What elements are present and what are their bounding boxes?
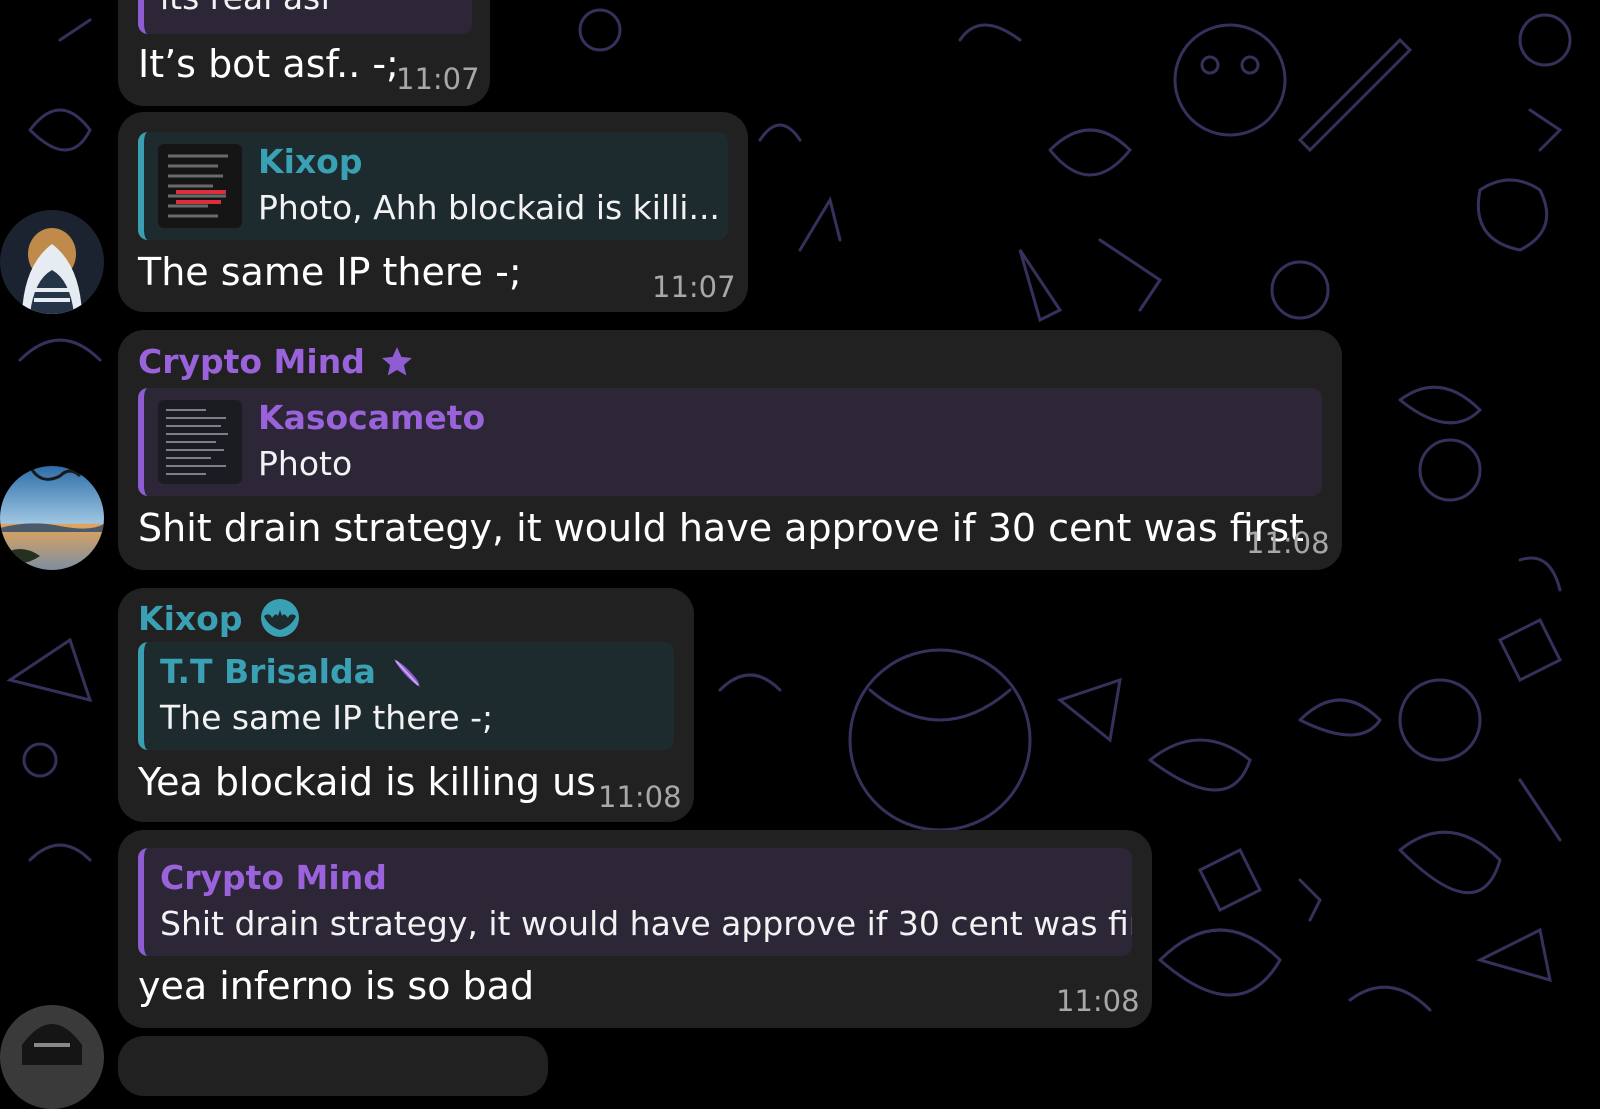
message-bubble[interactable]: Crypto Mind Shit drain strategy, it woul… <box>118 830 1152 1028</box>
reply-quote[interactable]: Crypto Mind Shit drain strategy, it woul… <box>138 848 1132 956</box>
message-time: 11:07 <box>652 270 736 304</box>
reply-text: its real asf <box>160 0 332 17</box>
masked-figure-avatar[interactable] <box>0 1005 104 1109</box>
message-text: The same IP there -; <box>138 250 522 294</box>
message-bubble[interactable]: Kixop Photo, Ahh blockaid is killi... Th… <box>118 112 748 312</box>
reply-author: T.T Brisalda <box>160 652 424 691</box>
photo-thumbnail <box>158 144 242 228</box>
reply-author: Kasocameto <box>258 398 486 437</box>
reply-text: Shit drain strategy, it would have appro… <box>160 904 1132 943</box>
message-time: 11:08 <box>1246 526 1330 560</box>
sender-label: Crypto Mind <box>138 342 365 381</box>
message-bubble[interactable]: its real asf It’s bot asf.. -; 11:07 <box>118 0 490 106</box>
reply-author: Kixop <box>258 142 363 181</box>
reply-quote[interactable]: Kasocameto Photo <box>138 388 1322 496</box>
sender-name[interactable]: Kixop <box>138 598 304 638</box>
sender-label: Kixop <box>138 598 243 638</box>
message-time: 11:08 <box>1056 984 1140 1018</box>
reply-author-label: T.T Brisalda <box>160 652 376 691</box>
reply-text: Photo <box>258 444 353 483</box>
message-bubble[interactable] <box>118 1036 548 1096</box>
message-text: Shit drain strategy, it would have appro… <box>138 506 1304 550</box>
message-bubble[interactable]: Kixop T.T Brisalda The same IP there -; … <box>118 588 694 822</box>
message-time: 11:07 <box>396 62 480 96</box>
reply-quote[interactable]: its real asf <box>138 0 472 34</box>
bat-icon <box>261 599 300 637</box>
sender-name[interactable]: Crypto Mind <box>138 342 415 381</box>
message-text: Yea blockaid is killing us <box>138 760 596 804</box>
hooded-figure-avatar[interactable] <box>0 210 104 314</box>
message-time: 11:08 <box>598 780 682 814</box>
message-text: yea inferno is so bad <box>138 964 535 1008</box>
lake-landscape-avatar[interactable] <box>0 466 104 570</box>
message-bubble[interactable]: Crypto Mind Kasocameto Photo Shit drain … <box>118 330 1342 570</box>
photo-thumbnail <box>158 400 242 484</box>
reply-text: The same IP there -; <box>160 698 494 737</box>
reply-quote[interactable]: T.T Brisalda The same IP there -; <box>138 642 674 750</box>
reply-text: Photo, Ahh blockaid is killi... <box>258 188 720 227</box>
message-text: It’s bot asf.. -; <box>138 42 399 86</box>
star-icon <box>381 346 412 375</box>
reply-quote[interactable]: Kixop Photo, Ahh blockaid is killi... <box>138 132 728 240</box>
feather-icon <box>393 658 420 687</box>
reply-author: Crypto Mind <box>160 858 387 897</box>
